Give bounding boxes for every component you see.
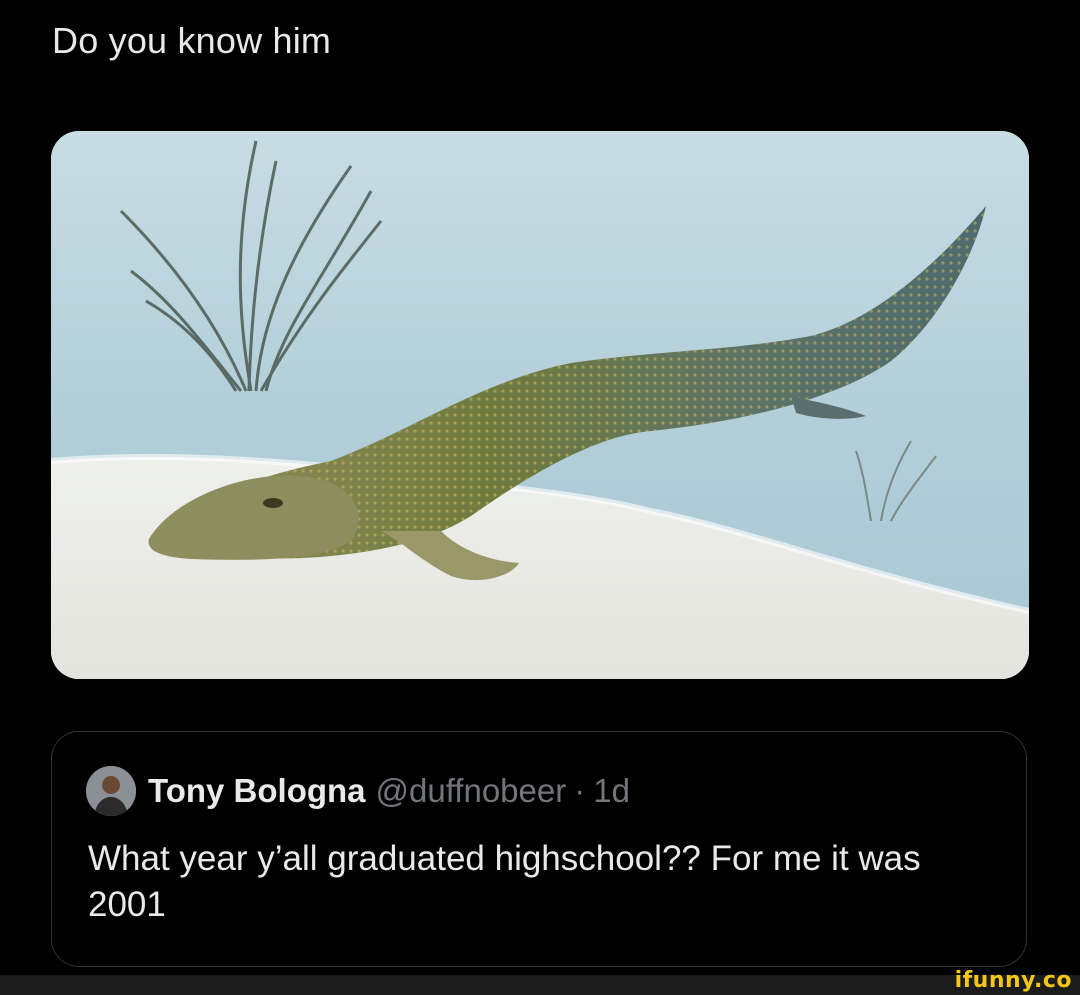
quoted-timestamp[interactable]: 1d <box>593 772 630 810</box>
quoted-handle[interactable]: @duffnobeer <box>376 772 567 810</box>
fish-tetrapod-illustration <box>51 131 1029 679</box>
quoted-display-name[interactable]: Tony Bologna <box>148 772 366 810</box>
tweet-text: Do you know him <box>52 20 332 61</box>
quoted-tweet-card[interactable]: Tony Bologna @duffnobeer · 1d What year … <box>51 731 1027 967</box>
footer-bar <box>0 975 1080 995</box>
quoted-tweet-text: What year y’all graduated highschool?? F… <box>88 839 921 924</box>
ifunny-watermark: ifunny.co <box>954 968 1072 993</box>
tweet-media-image[interactable] <box>51 131 1029 679</box>
quoted-tweet-header: Tony Bologna @duffnobeer · 1d <box>86 766 630 816</box>
user-avatar[interactable] <box>86 766 136 816</box>
separator-dot: · <box>574 772 586 809</box>
